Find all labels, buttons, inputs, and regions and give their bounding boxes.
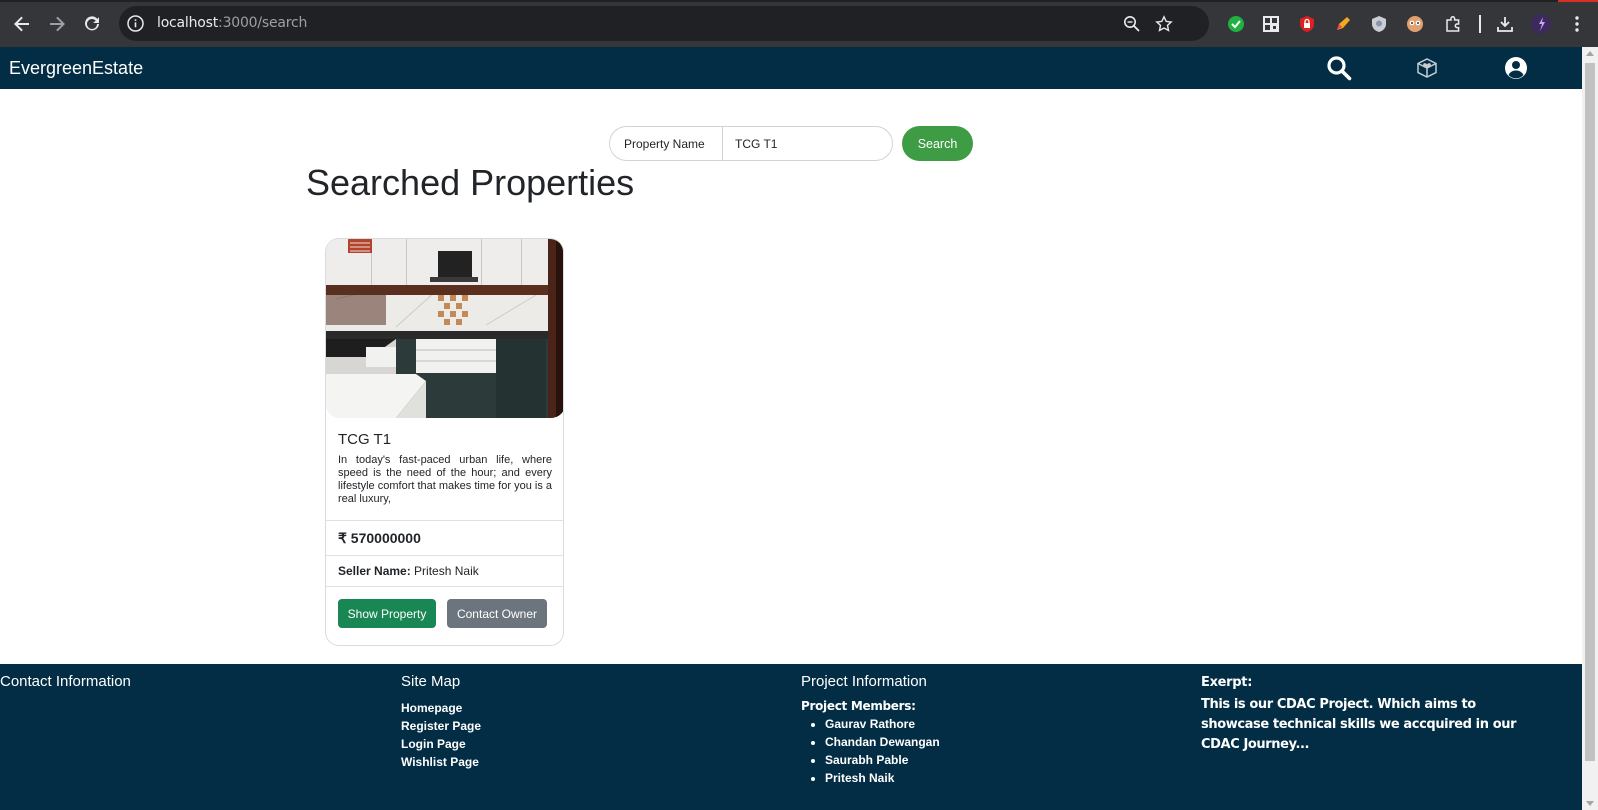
search-icon[interactable]: [1326, 55, 1352, 81]
footer-contact-heading: Contact Information: [0, 673, 131, 690]
url-text: localhost:3000/search: [157, 15, 307, 31]
footer-contact-section: Contact Information: [0, 673, 131, 699]
tab-strip-edge: [0, 0, 1598, 2]
profile-avatar-icon[interactable]: [1531, 14, 1551, 34]
seller-name: Pritesh Naik: [414, 564, 479, 578]
extension-avatar-icon[interactable]: [1405, 14, 1425, 34]
footer-project-section: Project Information Project Members: Gau…: [801, 673, 940, 787]
address-bar[interactable]: localhost:3000/search: [119, 6, 1209, 41]
scroll-up-arrow-icon[interactable]: [1586, 51, 1594, 56]
show-property-button[interactable]: Show Property: [338, 599, 436, 628]
seller-info: Seller Name: Pritesh Naik: [338, 564, 479, 578]
search-button[interactable]: Search: [902, 126, 973, 161]
property-image[interactable]: [326, 239, 563, 418]
footer-excerpt-section: Exerpt: This is our CDAC Project. Which …: [1201, 673, 1541, 755]
property-price: ₹ 570000000: [338, 530, 421, 546]
back-icon[interactable]: [10, 12, 34, 36]
scrollbar-thumb[interactable]: [1585, 63, 1595, 761]
extension-qr-icon[interactable]: [1261, 14, 1281, 34]
property-name: TCG T1: [338, 431, 392, 448]
footer: Contact Information Site Map Homepage Re…: [0, 664, 1582, 810]
browser-menu-icon[interactable]: [1567, 14, 1587, 34]
page-scrollbar[interactable]: [1582, 47, 1598, 810]
extension-check-icon[interactable]: [1226, 14, 1246, 34]
project-member: Pritesh Naik: [825, 769, 940, 787]
browser-toolbar: localhost:3000/search: [0, 0, 1598, 47]
user-account-icon[interactable]: [1503, 55, 1529, 81]
card-divider: [326, 586, 563, 587]
app-navbar: EvergreenEstate: [0, 47, 1582, 89]
project-members-list: Gaurav Rathore Chandan Dewangan Saurabh …: [801, 715, 940, 787]
project-member: Gaurav Rathore: [825, 715, 940, 733]
zoom-icon[interactable]: [1123, 15, 1141, 33]
url-host: localhost: [157, 15, 219, 31]
download-icon[interactable]: [1495, 14, 1515, 34]
card-divider: [326, 555, 563, 556]
project-member: Chandan Dewangan: [825, 733, 940, 751]
card-divider: [326, 520, 563, 521]
extensions-puzzle-icon[interactable]: [1443, 14, 1463, 34]
sitemap-links: Homepage Register Page Login Page Wishli…: [401, 699, 481, 771]
search-input[interactable]: [723, 127, 892, 160]
window-accent: [1558, 0, 1598, 2]
brand-logo-text[interactable]: EvergreenEstate: [9, 58, 143, 79]
toolbar-divider: [1479, 15, 1481, 33]
project-members-label: Project Members:: [801, 699, 916, 713]
search-field-label: Property Name: [610, 127, 723, 160]
sitemap-link-wishlist[interactable]: Wishlist Page: [401, 753, 481, 771]
page-title: Searched Properties: [306, 162, 635, 203]
extension-pen-icon[interactable]: [1333, 14, 1353, 34]
footer-project-heading: Project Information: [801, 673, 927, 690]
reload-icon[interactable]: [80, 12, 104, 36]
sitemap-link-homepage[interactable]: Homepage: [401, 699, 481, 717]
seller-label: Seller Name:: [338, 564, 411, 578]
sitemap-link-login[interactable]: Login Page: [401, 735, 481, 753]
url-path: :3000/search: [218, 15, 308, 31]
extension-lock-icon[interactable]: [1297, 14, 1317, 34]
excerpt-text: This is our CDAC Project. Which aims to …: [1201, 697, 1517, 752]
property-card: TCG T1 In today's fast-paced urban life,…: [325, 238, 564, 646]
scroll-down-arrow-icon[interactable]: [1586, 801, 1594, 806]
project-member: Saurabh Pable: [825, 751, 940, 769]
forward-icon[interactable]: [45, 12, 69, 36]
footer-sitemap-section: Site Map Homepage Register Page Login Pa…: [401, 673, 481, 771]
wishlist-box-icon[interactable]: [1414, 55, 1440, 81]
search-form: Property Name: [609, 126, 893, 161]
excerpt-heading: Exerpt:: [1201, 675, 1253, 690]
site-info-icon[interactable]: [126, 14, 145, 33]
property-description: In today's fast-paced urban life, where …: [338, 454, 552, 505]
extension-shield-icon[interactable]: [1369, 14, 1389, 34]
bookmark-star-icon[interactable]: [1155, 15, 1173, 33]
footer-sitemap-heading: Site Map: [401, 673, 461, 690]
sitemap-link-register[interactable]: Register Page: [401, 717, 481, 735]
contact-owner-button[interactable]: Contact Owner: [447, 599, 547, 628]
